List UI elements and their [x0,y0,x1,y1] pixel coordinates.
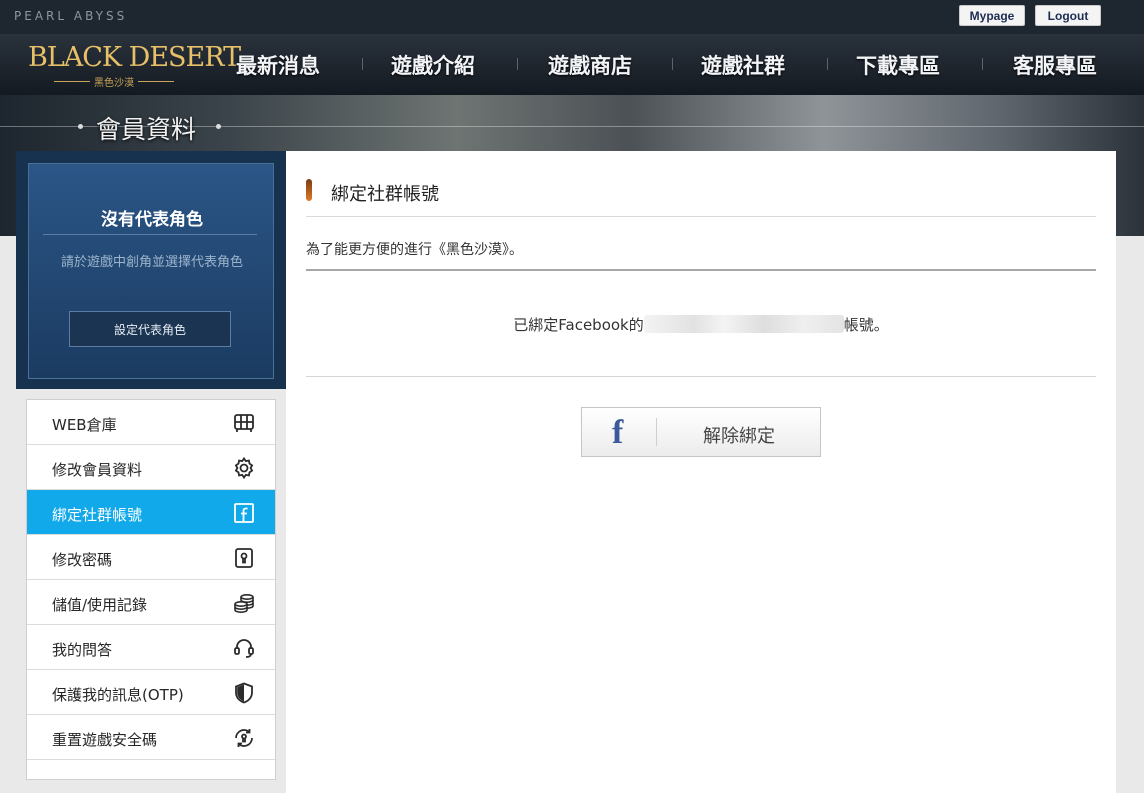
nav-separator [672,58,673,70]
nav-news[interactable]: 最新消息 [236,50,320,80]
menu-item-label: 修改密碼 [52,551,113,569]
menu-item-label: WEB倉庫 [52,416,117,434]
sidebar: 沒有代表角色 請於遊戲中創角並選擇代表角色 設定代表角色 WEB倉庫 修改會員資… [16,151,286,793]
nav-game-shop[interactable]: 遊戲商店 [548,50,632,80]
set-character-button[interactable]: 設定代表角色 [69,311,231,347]
menu-item-change-password[interactable]: 修改密碼 [27,535,275,580]
bound-suffix: 帳號。 [843,316,889,334]
hero-dot [216,124,221,129]
divider [306,269,1096,271]
menu-item-label: 我的問答 [52,641,113,659]
coins-icon [232,591,256,615]
profile-subtitle: 請於遊戲中創角並選擇代表角色 [60,255,243,270]
redacted-account-name [643,315,844,333]
logo-text: BLACK DESERT [28,42,241,73]
menu-item-payment-history[interactable]: 儲值/使用記錄 [27,580,275,625]
menu-item-label: 綁定社群帳號 [52,506,143,524]
nav-game-intro[interactable]: 遊戲介紹 [391,50,475,80]
hero-dot [78,124,83,129]
profile-divider [43,234,257,235]
account-menu: WEB倉庫 修改會員資料 綁定社群帳號 修改密碼 儲值/使用記錄 我的問答 保護… [26,399,276,780]
bound-account-message: 已綁定Facebook的 帳號。 [286,314,1116,335]
nav-downloads[interactable]: 下載專區 [856,50,940,80]
menu-item-my-qna[interactable]: 我的問答 [27,625,275,670]
top-bar: PEARL ABYSS Mypage Logout [0,0,1144,34]
representative-character-panel: 沒有代表角色 請於遊戲中創角並選擇代表角色 設定代表角色 [16,151,286,389]
facebook-icon: f [612,414,624,451]
divider [306,216,1096,217]
main-nav: BLACK DESERT 黑色沙漠 最新消息 遊戲介紹 遊戲商店 遊戲社群 下載… [0,34,1144,95]
menu-item-bind-social[interactable]: 綁定社群帳號 [27,490,275,535]
logo-subtext: 黑色沙漠 [54,74,174,89]
keyhole-icon [232,546,256,570]
nav-support[interactable]: 客服專區 [1013,50,1097,80]
nav-separator [982,58,983,70]
bound-prefix: 已綁定Facebook的 [513,316,644,334]
menu-item-otp[interactable]: 保護我的訊息(OTP) [27,670,275,715]
divider [306,376,1096,377]
section-title: 綁定社群帳號 [331,184,439,205]
pearl-abyss-brand[interactable]: PEARL ABYSS [14,9,127,23]
shield-icon [232,681,256,705]
unbind-facebook-button[interactable]: f 解除綁定 [581,407,821,457]
nav-community[interactable]: 遊戲社群 [701,50,785,80]
menu-item-web-warehouse[interactable]: WEB倉庫 [27,400,275,445]
nav-separator [362,58,363,70]
mypage-button[interactable]: Mypage [959,5,1025,26]
nav-separator [517,58,518,70]
profile-title: 沒有代表角色 [101,210,203,230]
gear-icon [232,456,256,480]
intro-text: 為了能更方便的進行《黑色沙漠》。 [306,242,523,258]
reset-lock-icon [232,726,256,750]
headset-icon [232,636,256,660]
profile-card: 沒有代表角色 請於遊戲中創角並選擇代表角色 設定代表角色 [28,163,274,379]
facebook-icon [232,501,256,525]
menu-item-reset-security-code[interactable]: 重置遊戲安全碼 [27,715,275,760]
menu-item-label: 修改會員資料 [52,461,143,479]
main-content: 綁定社群帳號 為了能更方便的進行《黑色沙漠》。 已綁定Facebook的 帳號。 … [286,151,1116,793]
section-marker [306,179,312,201]
menu-item-label: 重置遊戲安全碼 [52,731,158,749]
logout-button[interactable]: Logout [1035,5,1101,26]
menu-item-label: 儲值/使用記錄 [52,596,148,614]
nav-separator [827,58,828,70]
menu-item-edit-profile[interactable]: 修改會員資料 [27,445,275,490]
menu-item-label: 保護我的訊息(OTP) [52,686,184,704]
black-desert-logo[interactable]: BLACK DESERT 黑色沙漠 [28,42,241,90]
page-title: 會員資料 [96,115,197,144]
unbind-label: 解除綁定 [703,426,775,447]
warehouse-icon [232,411,256,435]
